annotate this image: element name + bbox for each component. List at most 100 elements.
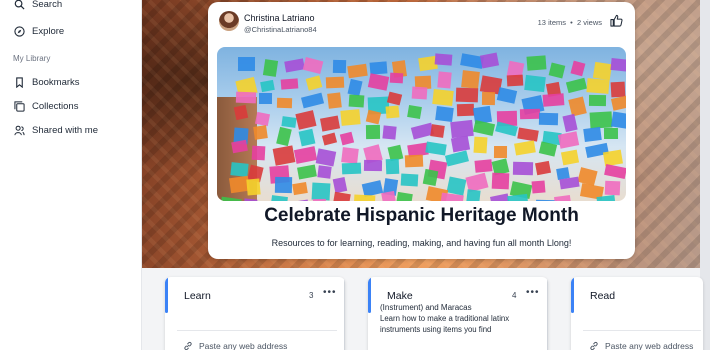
papel-picado-flag <box>514 140 536 156</box>
papel-picado-flag <box>491 173 510 191</box>
papel-picado-flag <box>539 112 559 126</box>
column-read: Read Paste any web address <box>571 277 703 350</box>
papel-picado-flag <box>340 147 358 164</box>
papel-picado-flag <box>260 79 275 92</box>
papel-picado-flag <box>507 193 529 201</box>
link-icon <box>590 341 598 350</box>
papel-picado-flag <box>561 149 579 165</box>
papel-picado-flag <box>474 159 492 174</box>
paste-placeholder: Paste any web address <box>199 340 288 350</box>
papel-picado-flag <box>472 120 496 137</box>
papel-picado-flag <box>296 164 317 180</box>
papel-picado-flag <box>610 58 626 73</box>
papel-picado-flag <box>262 59 278 78</box>
avatar[interactable] <box>219 11 239 31</box>
papel-picado-flag <box>292 182 309 196</box>
papel-picado-flag <box>365 109 381 124</box>
sidebar-item-label: Shared with me <box>32 124 99 136</box>
author-handle: @ChristinaLatriano84 <box>244 25 317 34</box>
papel-picado-flag <box>311 182 331 200</box>
bookmark-icon <box>14 76 25 88</box>
papel-picado-flag <box>524 75 546 93</box>
papel-picado-flag <box>567 96 587 117</box>
papel-picado-flag <box>325 76 345 88</box>
papel-picado-flag <box>583 127 602 143</box>
papel-picado-flag <box>347 64 368 79</box>
column-title: Learn <box>184 290 211 302</box>
papel-picado-flag <box>295 110 317 131</box>
papel-picado-flag <box>258 92 272 105</box>
papel-picado-flag <box>450 119 474 138</box>
papel-picado-flag <box>565 77 587 94</box>
more-options-icon[interactable]: ••• <box>323 287 337 298</box>
papel-picado-flag <box>326 92 342 109</box>
paste-url-input[interactable]: Paste any web address <box>177 330 337 350</box>
paste-url-input[interactable]: Paste any web address <box>583 330 701 350</box>
column-accent <box>571 277 574 313</box>
papel-picado-flag <box>367 73 390 92</box>
papel-picado-flag <box>286 199 311 201</box>
papel-picado-flag <box>321 132 338 146</box>
papel-picado-flag <box>473 136 489 154</box>
papel-picado-flag <box>494 146 508 159</box>
column-title: Make <box>387 290 413 302</box>
column-title: Read <box>590 290 616 302</box>
papel-picado-flag <box>432 88 454 106</box>
column-learn: Learn 3 ••• Paste any web address <box>165 277 345 350</box>
column-accent <box>368 277 371 313</box>
papel-picado-flag <box>549 62 566 78</box>
sidebar-item-explore[interactable]: Explore <box>0 19 141 43</box>
papel-picado-flag <box>332 59 347 74</box>
papel-picado-flag <box>592 61 612 80</box>
sidebar-item-bookmarks[interactable]: Bookmarks <box>0 70 141 94</box>
papel-picado-flag <box>457 103 475 117</box>
column-scrollbar[interactable] <box>547 277 548 350</box>
papel-picado-flag <box>341 163 361 175</box>
papel-picado-flag <box>305 75 323 91</box>
papel-picado-flag <box>276 127 292 147</box>
paste-placeholder: Paste any web address <box>605 340 694 350</box>
sidebar-item-collections[interactable]: Collections <box>0 94 141 118</box>
column-count: 3 <box>309 291 314 300</box>
papel-picado-flag <box>365 124 381 139</box>
stats-separator: • <box>570 18 573 27</box>
column-scrollbar[interactable] <box>344 277 345 350</box>
papel-picado-flag <box>237 56 255 71</box>
papel-picado-flag <box>380 190 396 201</box>
papel-picado-flag <box>610 110 626 129</box>
papel-picado-flag <box>255 112 271 127</box>
card-preview[interactable]: (Instrument) and Maracas Learn how to ma… <box>380 303 540 335</box>
papel-picado-flag <box>444 150 469 168</box>
papel-picado-flag <box>570 60 586 77</box>
papel-picado-flag <box>233 104 248 121</box>
card-preview-text: Learn how to make a traditional latinx i… <box>380 314 510 334</box>
papel-picado-flag <box>451 135 471 153</box>
sidebar-item-label: Search <box>32 0 63 10</box>
sidebar-item-label: Collections <box>32 100 79 112</box>
sidebar-item-search[interactable]: Search <box>0 0 141 16</box>
papel-picado-flag <box>390 72 404 84</box>
compass-icon <box>14 25 25 37</box>
papel-picado-flag <box>363 159 382 172</box>
papel-picado-flag <box>406 105 422 120</box>
papel-picado-flag <box>281 116 296 129</box>
papel-picado-flag <box>400 173 418 187</box>
sidebar-item-label: Explore <box>32 25 65 37</box>
papel-picado-flag <box>603 163 626 179</box>
papel-picado-flag <box>382 125 397 141</box>
papel-picado-flag <box>455 87 478 103</box>
author-name[interactable]: Christina Latriano <box>244 13 315 23</box>
items-count: 13 items <box>537 18 566 27</box>
views-count: 2 views <box>576 18 602 27</box>
papel-picado-flag <box>284 58 305 73</box>
sidebar-item-shared[interactable]: Shared with me <box>0 118 141 142</box>
thumbs-up-icon[interactable] <box>610 14 623 27</box>
papel-picado-flag <box>480 52 499 69</box>
papel-picado-flag <box>466 189 482 201</box>
more-options-icon[interactable]: ••• <box>526 287 540 298</box>
papel-picado-flag <box>553 194 572 201</box>
section-label: My Library <box>13 53 51 63</box>
sidebar: Search Explore My Library Bookmarks Coll… <box>0 0 142 350</box>
papel-picado-flag <box>277 98 293 109</box>
papel-picado-flag <box>246 178 261 196</box>
